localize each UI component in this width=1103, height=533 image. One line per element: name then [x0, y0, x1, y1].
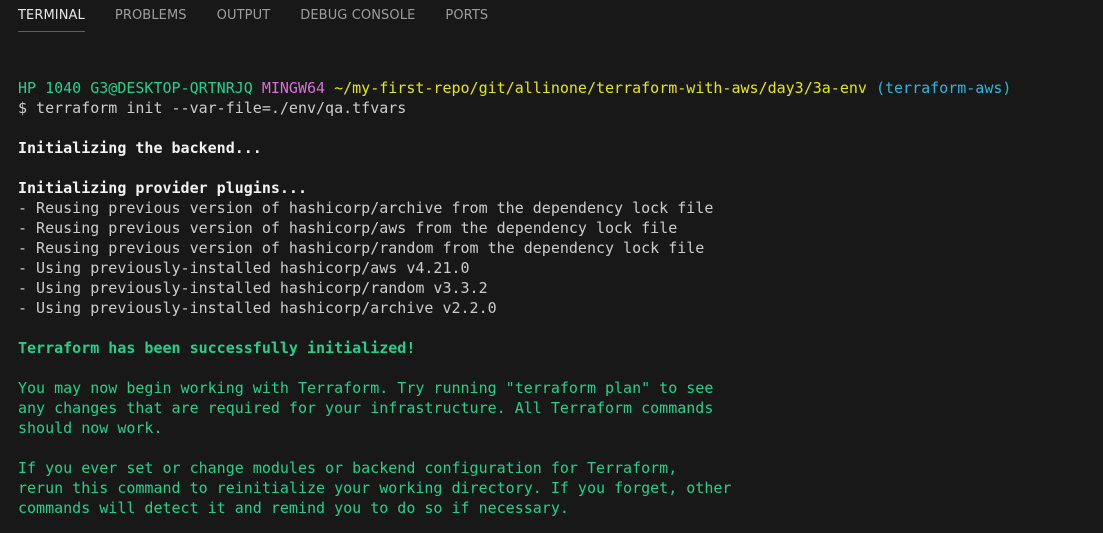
info-line: should now work.: [18, 419, 163, 437]
prompt-shell: MINGW64: [261, 79, 326, 97]
info-line: If you ever set or change modules or bac…: [18, 459, 678, 477]
info-line: rerun this command to reinitialize your …: [18, 479, 732, 497]
prompt-branch: (terraform-aws): [875, 79, 1012, 97]
plugin-line: - Reusing previous version of hashicorp/…: [18, 199, 714, 217]
plugin-line: - Using previously-installed hashicorp/a…: [18, 259, 470, 277]
prompt-line: HP 1040 G3@DESKTOP-QRTNRJQ MINGW64 ~/my-…: [18, 78, 1098, 98]
tab-ports[interactable]: PORTS: [445, 0, 488, 24]
info-line: any changes that are required for your i…: [18, 399, 714, 417]
info-line: You may now begin working with Terraform…: [18, 379, 714, 397]
panel-tab-bar: TERMINAL PROBLEMS OUTPUT DEBUG CONSOLE P…: [0, 0, 1103, 32]
tab-debug-console[interactable]: DEBUG CONSOLE: [300, 0, 415, 24]
tab-problems[interactable]: PROBLEMS: [115, 0, 187, 24]
plugin-line: - Using previously-installed hashicorp/r…: [18, 279, 488, 297]
success-heading: Terraform has been successfully initiali…: [18, 339, 416, 357]
terminal-output[interactable]: HP 1040 G3@DESKTOP-QRTNRJQ MINGW64 ~/my-…: [18, 78, 1098, 518]
backend-heading: Initializing the backend...: [18, 139, 262, 157]
tab-terminal[interactable]: TERMINAL: [18, 0, 85, 32]
prompt-path: ~/my-first-repo/git/allinone/terraform-w…: [334, 79, 867, 97]
tab-output[interactable]: OUTPUT: [217, 0, 271, 24]
plugins-heading: Initializing provider plugins...: [18, 179, 307, 197]
plugin-line: - Using previously-installed hashicorp/a…: [18, 299, 497, 317]
plugin-line: - Reusing previous version of hashicorp/…: [18, 239, 705, 257]
prompt-host: HP 1040 G3@DESKTOP-QRTNRJQ: [18, 79, 253, 97]
plugin-line: - Reusing previous version of hashicorp/…: [18, 219, 678, 237]
info-line: commands will detect it and remind you t…: [18, 499, 569, 517]
command-line: $ terraform init --var-file=./env/qa.tfv…: [18, 99, 407, 117]
